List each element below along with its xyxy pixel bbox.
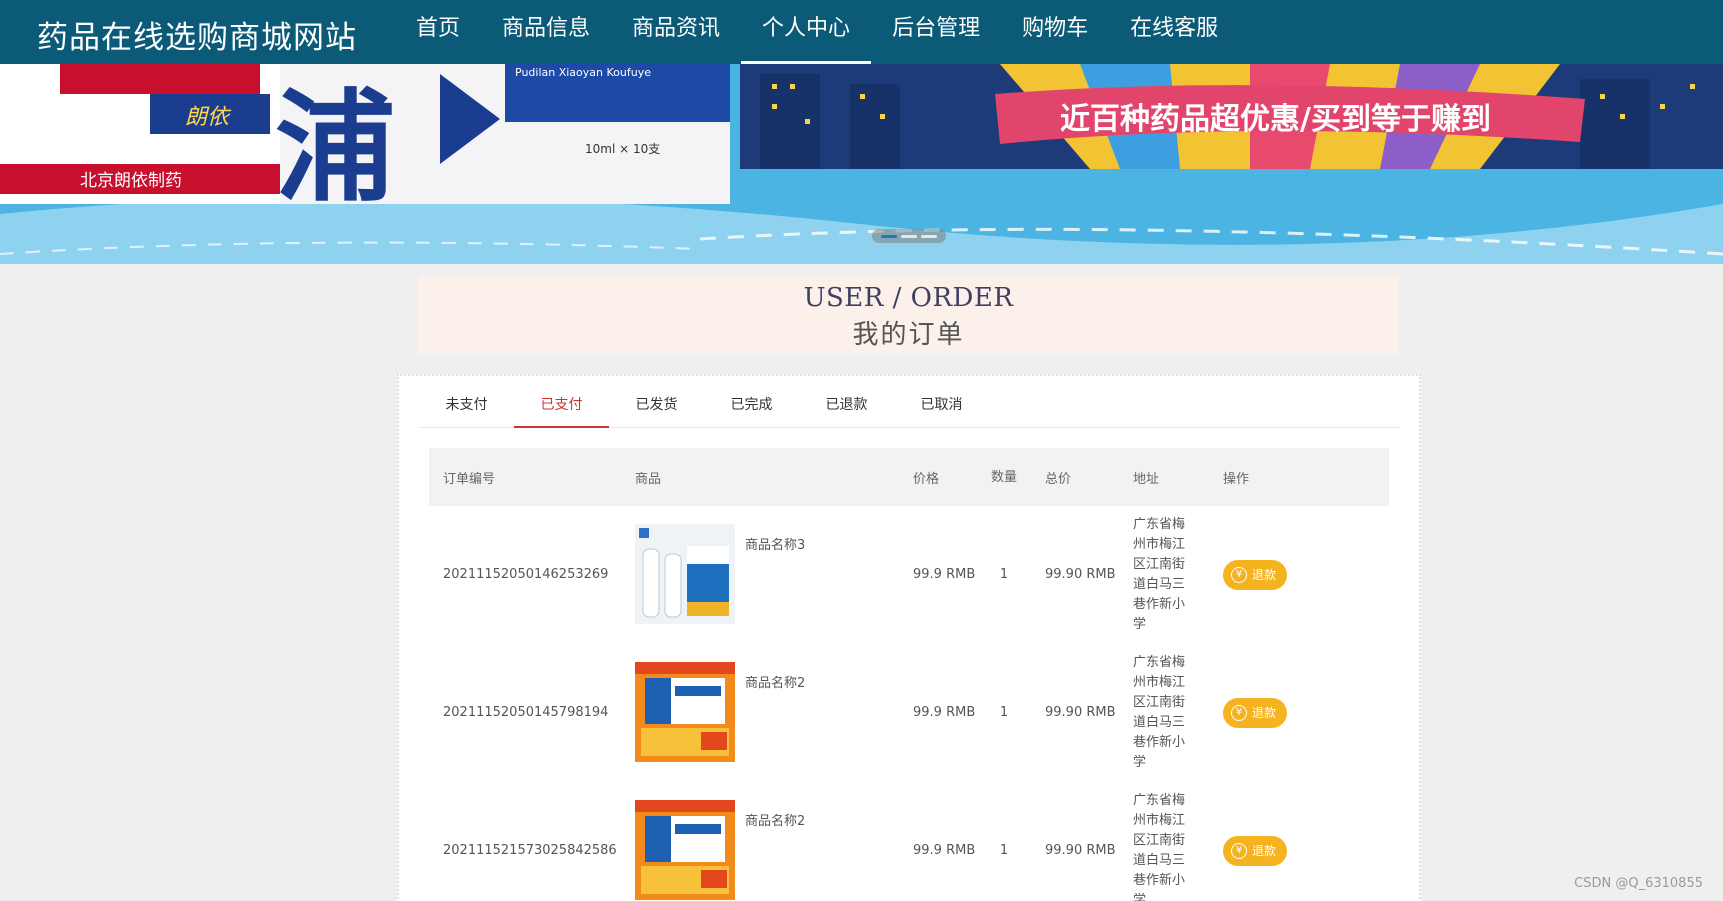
heading-english: USER / ORDER [803, 283, 1014, 313]
column-header-action: 操作 [1223, 471, 1250, 487]
yen-icon: ¥ [1231, 843, 1247, 859]
banner-slogan: 近百种药品超优惠/买到等于赚到 [1060, 102, 1491, 137]
banner-company: 北京朗依制药 [80, 171, 182, 191]
address-cell: 广东省梅州市梅江区江南街道白马三巷作新小学 [1119, 782, 1209, 901]
banner-product-char: 浦 [275, 77, 395, 218]
action-cell: ¥ 退款 [1209, 644, 1389, 782]
product-thumbnail[interactable] [635, 662, 735, 762]
order-id: 20211152050145798194 [443, 705, 609, 720]
refund-button-label: 退款 [1252, 844, 1277, 858]
banner-product-pinyin: Pudilan Xiaoyan Koufuye [515, 66, 651, 79]
tab-cancelled[interactable]: 已取消 [894, 386, 989, 427]
order-total: 99.90 RMB [1045, 705, 1116, 720]
product-name[interactable]: 商品名称2 [745, 674, 805, 694]
order-status-tabs: 未支付 已支付 已发货 已完成 已退款 已取消 [419, 386, 1399, 428]
carousel-dot[interactable] [901, 234, 917, 238]
table-row: 20211152050146253269 商品名称3 99.9 RMB 1 99… [429, 506, 1389, 644]
main-nav: 首页 商品信息 商品资讯 个人中心 后台管理 购物车 在线客服 [395, 0, 1239, 64]
carousel-indicator[interactable] [872, 229, 946, 243]
column-header-goods: 商品 [635, 471, 662, 487]
nav-news[interactable]: 商品资讯 [611, 0, 741, 64]
nav-user-center[interactable]: 个人中心 [741, 0, 872, 64]
refund-button[interactable]: ¥ 退款 [1223, 836, 1288, 866]
product-name[interactable]: 商品名称3 [745, 536, 805, 556]
column-header-order-id: 订单编号 [443, 471, 496, 487]
site-title[interactable]: 药品在线选购商城网站 [37, 12, 357, 57]
refund-button-label: 退款 [1252, 568, 1277, 582]
carousel-dot[interactable] [921, 234, 937, 238]
order-quantity: 1 [999, 567, 1009, 582]
refund-button-label: 退款 [1252, 706, 1277, 720]
order-price: 99.9 RMB [913, 567, 976, 582]
column-header-price: 价格 [913, 471, 940, 487]
column-header-total: 总价 [1045, 471, 1072, 487]
top-navigation-bar: 药品在线选购商城网站 首页 商品信息 商品资讯 个人中心 后台管理 购物车 在线… [0, 0, 1723, 64]
tab-paid[interactable]: 已支付 [514, 386, 609, 428]
action-cell: ¥ 退款 [1209, 782, 1389, 901]
heading-chinese: 我的订单 [852, 320, 965, 350]
refund-button[interactable]: ¥ 退款 [1223, 560, 1288, 590]
goods-cell: 商品名称2 [621, 782, 899, 901]
order-quantity: 1 [999, 705, 1009, 720]
address-cell: 广东省梅州市梅江区江南街道白马三巷作新小学 [1119, 644, 1209, 782]
banner-product-brand: 朗依 [185, 105, 232, 130]
order-total: 99.90 RMB [1045, 567, 1116, 582]
column-header-address: 地址 [1133, 471, 1160, 487]
table-row: 20211152157302584258​6 商品名称2 [429, 782, 1389, 901]
refund-button[interactable]: ¥ 退款 [1223, 698, 1288, 728]
order-address: 广东省梅州市梅江区江南街道白马三巷作新小学 [1133, 655, 1186, 770]
banner-product-spec: 10ml × 10支 [585, 142, 660, 156]
order-price: 99.9 RMB [913, 705, 976, 720]
table-row: 20211152050145798194 商品名称2 99.9 RMB 1 99… [429, 644, 1389, 782]
orders-panel: 未支付 已支付 已发货 已完成 已退款 已取消 订单编号 商品 价格 数量 总价… [397, 374, 1421, 901]
yen-icon: ¥ [1231, 567, 1247, 583]
column-header-quantity: 数量 [990, 469, 1017, 485]
section-heading: USER / ORDER 我的订单 [418, 275, 1399, 354]
order-id: 20211152050146253269 [443, 567, 609, 582]
order-address: 广东省梅州市梅江区江南街道白马三巷作新小学 [1133, 793, 1186, 901]
nav-home[interactable]: 首页 [395, 0, 481, 64]
orders-table: 订单编号 商品 价格 数量 总价 地址 操作 20211152050146253… [429, 448, 1389, 901]
nav-cart[interactable]: 购物车 [1001, 0, 1109, 64]
watermark: CSDN @Q_6310855 [1574, 876, 1703, 891]
nav-products[interactable]: 商品信息 [481, 0, 611, 64]
goods-cell: 商品名称2 [621, 644, 899, 782]
tab-shipped[interactable]: 已发货 [609, 386, 704, 427]
order-total: 99.90 RMB [1045, 843, 1116, 858]
order-id: 20211152157302584258​6 [443, 843, 617, 858]
address-cell: 广东省梅州市梅江区江南街道白马三巷作新小学 [1119, 506, 1209, 644]
order-quantity: 1 [999, 843, 1009, 858]
yen-icon: ¥ [1231, 705, 1247, 721]
product-name[interactable]: 商品名称2 [745, 812, 805, 832]
tab-completed[interactable]: 已完成 [704, 386, 799, 427]
order-address: 广东省梅州市梅江区江南街道白马三巷作新小学 [1133, 517, 1186, 632]
tab-refunded[interactable]: 已退款 [799, 386, 894, 427]
banner-carousel[interactable]: 近百种药品超优惠/买到等于赚到 朗依 北京朗依制药 浦 Pudilan Xiao… [0, 64, 1723, 264]
table-header-row: 订单编号 商品 价格 数量 总价 地址 操作 [429, 448, 1389, 506]
product-thumbnail[interactable] [635, 800, 735, 900]
carousel-dot[interactable] [881, 234, 897, 238]
nav-admin[interactable]: 后台管理 [871, 0, 1001, 64]
banner-image: 近百种药品超优惠/买到等于赚到 朗依 北京朗依制药 浦 Pudilan Xiao… [0, 64, 1723, 264]
order-price: 99.9 RMB [913, 843, 976, 858]
action-cell: ¥ 退款 [1209, 506, 1389, 644]
product-thumbnail[interactable] [635, 524, 735, 624]
tab-unpaid[interactable]: 未支付 [419, 386, 514, 427]
nav-customer-service[interactable]: 在线客服 [1109, 0, 1239, 64]
goods-cell: 商品名称3 [621, 506, 899, 644]
